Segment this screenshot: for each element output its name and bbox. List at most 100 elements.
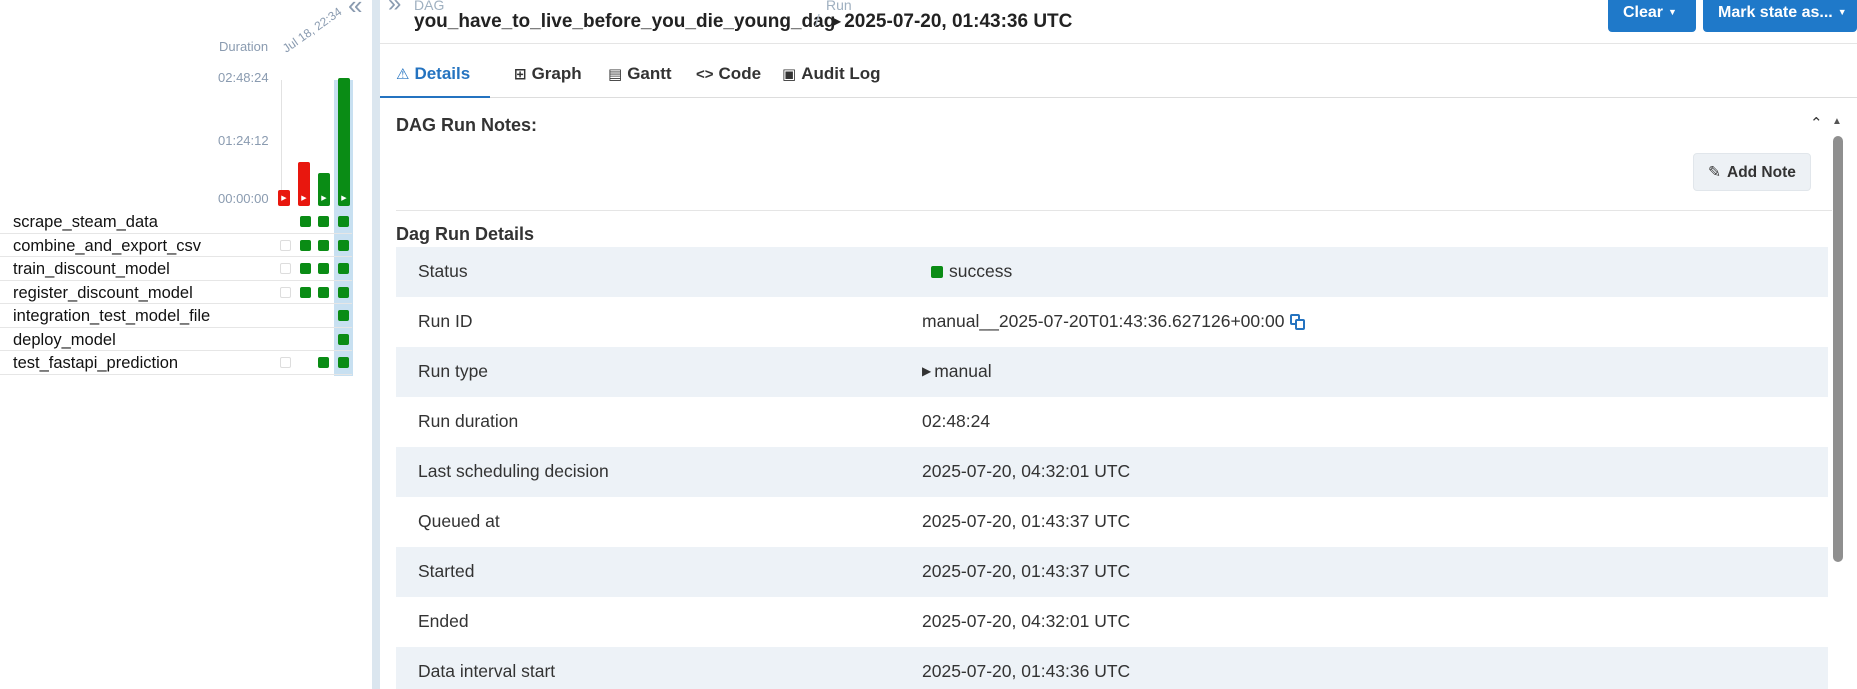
- details-row-run-type: Run type ▶ manual: [396, 347, 1828, 397]
- tab-details[interactable]: ⚠ Details: [380, 56, 490, 98]
- main-content: » DAG you_have_to_live_before_you_die_yo…: [380, 0, 1857, 689]
- task-name[interactable]: integration_test_model_file: [13, 307, 210, 326]
- task-instance-success[interactable]: [300, 263, 311, 274]
- task-name[interactable]: combine_and_export_csv: [13, 237, 201, 256]
- task-instance-success[interactable]: [318, 286, 329, 298]
- audit-log-icon: ▣: [782, 66, 797, 83]
- tab-code[interactable]: <> Code: [680, 56, 777, 98]
- details-title: Dag Run Details: [396, 224, 535, 244]
- caret-down-icon: ▼: [1668, 7, 1677, 17]
- task-instance-success[interactable]: [300, 216, 311, 227]
- duration-tick-max: 02:48:24: [218, 70, 269, 85]
- details-key: Run ID: [418, 311, 473, 331]
- chevron-up-icon[interactable]: ⌃: [1810, 114, 1823, 132]
- details-row-last-scheduling: Last scheduling decision 2025-07-20, 04:…: [396, 447, 1828, 497]
- duration-axis-label: Duration: [219, 39, 269, 54]
- details-key: Status: [418, 261, 468, 281]
- run-bar-failed[interactable]: ▶: [278, 190, 290, 206]
- task-name[interactable]: train_discount_model: [13, 260, 170, 279]
- task-instance-success[interactable]: [338, 286, 349, 298]
- run-bar-success[interactable]: ▶: [338, 78, 350, 206]
- task-instance-success[interactable]: [318, 357, 329, 368]
- scroll-up-arrow-icon[interactable]: ▲: [1832, 116, 1842, 127]
- task-instance-empty[interactable]: [280, 286, 291, 298]
- task-name[interactable]: register_discount_model: [13, 284, 193, 303]
- task-row[interactable]: test_fastapi_prediction: [0, 351, 352, 375]
- details-value: 2025-07-20, 04:32:01 UTC: [922, 611, 1131, 631]
- breadcrumb-dag-id[interactable]: you_have_to_live_before_you_die_young_da…: [414, 11, 835, 33]
- task-row[interactable]: integration_test_model_file: [0, 304, 352, 328]
- tab-bar: ⚠ Details ⊞ Graph ▤ Gantt <> Code ▣ Audit Log: [380, 56, 1857, 98]
- status-square-icon: [931, 266, 943, 278]
- task-instance-success[interactable]: [300, 286, 311, 298]
- copy-icon[interactable]: [1290, 314, 1306, 330]
- details-value: 2025-07-20, 01:43:37 UTC: [922, 511, 1131, 531]
- task-row[interactable]: scrape_steam_data: [0, 210, 352, 234]
- task-row[interactable]: deploy_model: [0, 328, 352, 351]
- task-instance-success[interactable]: [318, 263, 329, 274]
- tab-details-label: Details: [414, 64, 471, 83]
- task-instance-empty[interactable]: [280, 357, 291, 368]
- panel-resize-handle[interactable]: [372, 0, 380, 689]
- details-value: ▶ manual: [922, 361, 992, 382]
- task-row[interactable]: register_discount_model: [0, 281, 352, 304]
- collapse-panel-icon[interactable]: «: [348, 0, 362, 21]
- task-name[interactable]: test_fastapi_prediction: [13, 354, 178, 373]
- details-row-ended: Ended 2025-07-20, 04:32:01 UTC: [396, 597, 1828, 647]
- task-instance-success[interactable]: [300, 239, 311, 251]
- task-instance-empty[interactable]: [280, 239, 291, 251]
- task-row[interactable]: combine_and_export_csv: [0, 234, 352, 257]
- task-instance-success[interactable]: [338, 333, 349, 345]
- details-value: 2025-07-20, 01:43:36 UTC: [922, 661, 1131, 681]
- details-key: Data interval start: [418, 661, 556, 681]
- scrollbar-thumb[interactable]: [1833, 136, 1843, 562]
- tab-graph[interactable]: ⊞ Graph: [498, 56, 598, 98]
- breadcrumb-run-id[interactable]: ▶ 2025-07-20, 01:43:36 UTC: [832, 11, 1072, 33]
- graph-icon: ⊞: [514, 66, 527, 83]
- task-instance-success[interactable]: [338, 216, 349, 227]
- status-text: success: [949, 261, 1013, 281]
- play-icon: ▶: [832, 14, 842, 28]
- task-instance-empty[interactable]: [280, 263, 291, 274]
- play-icon: ▶: [321, 195, 327, 202]
- warning-triangle-icon: ⚠: [396, 66, 410, 83]
- run-id-text: manual__2025-07-20T01:43:36.627126+00:00: [922, 311, 1285, 331]
- details-row-interval-start: Data interval start 2025-07-20, 01:43:36…: [396, 647, 1828, 689]
- duration-tick-mid: 01:24:12: [218, 133, 269, 148]
- tab-audit-log[interactable]: ▣ Audit Log: [766, 56, 897, 98]
- gantt-icon: ▤: [608, 66, 623, 83]
- task-instance-success[interactable]: [318, 239, 329, 251]
- run-bar-success[interactable]: ▶: [318, 173, 330, 206]
- duration-tick-zero: 00:00:00: [218, 191, 269, 206]
- details-content: DAG Run Notes: ⌃ ✎ Add Note Dag Run Detai…: [396, 104, 1832, 689]
- tab-gantt[interactable]: ▤ Gantt: [592, 56, 688, 98]
- task-list: scrape_steam_data combine_and_export_csvt…: [0, 210, 352, 375]
- mark-state-button[interactable]: Mark state as... ▼: [1703, 0, 1857, 32]
- task-instance-success[interactable]: [338, 263, 349, 274]
- details-row-status: Status success: [396, 247, 1828, 297]
- task-instance-success[interactable]: [338, 239, 349, 251]
- details-value: manual__2025-07-20T01:43:36.627126+00:00: [922, 311, 1306, 332]
- run-date-label: Jul 18, 22:34: [280, 4, 345, 56]
- breadcrumb-run-text: 2025-07-20, 01:43:36 UTC: [844, 11, 1073, 32]
- expand-panel-icon[interactable]: »: [388, 0, 401, 18]
- add-note-button[interactable]: ✎ Add Note: [1693, 153, 1811, 191]
- task-row[interactable]: train_discount_model: [0, 257, 352, 281]
- task-instance-success[interactable]: [318, 216, 329, 227]
- pencil-icon: ✎: [1708, 164, 1721, 181]
- tab-gantt-label: Gantt: [627, 64, 672, 83]
- run-type-text: manual: [934, 361, 992, 381]
- details-key: Ended: [418, 611, 469, 631]
- details-value: 2025-07-20, 01:43:37 UTC: [922, 561, 1131, 581]
- details-row-started: Started 2025-07-20, 01:43:37 UTC: [396, 547, 1828, 597]
- task-name[interactable]: scrape_steam_data: [13, 213, 158, 232]
- scrollbar[interactable]: ▲: [1832, 116, 1846, 689]
- run-bar-failed[interactable]: ▶: [298, 162, 310, 206]
- clear-button[interactable]: Clear ▼: [1608, 0, 1696, 32]
- task-instance-success[interactable]: [338, 310, 349, 321]
- notes-title: DAG Run Notes:: [396, 115, 537, 135]
- details-key: Started: [418, 561, 475, 581]
- task-instance-success[interactable]: [338, 357, 349, 368]
- task-name[interactable]: deploy_model: [13, 331, 116, 350]
- code-icon: <>: [696, 66, 714, 83]
